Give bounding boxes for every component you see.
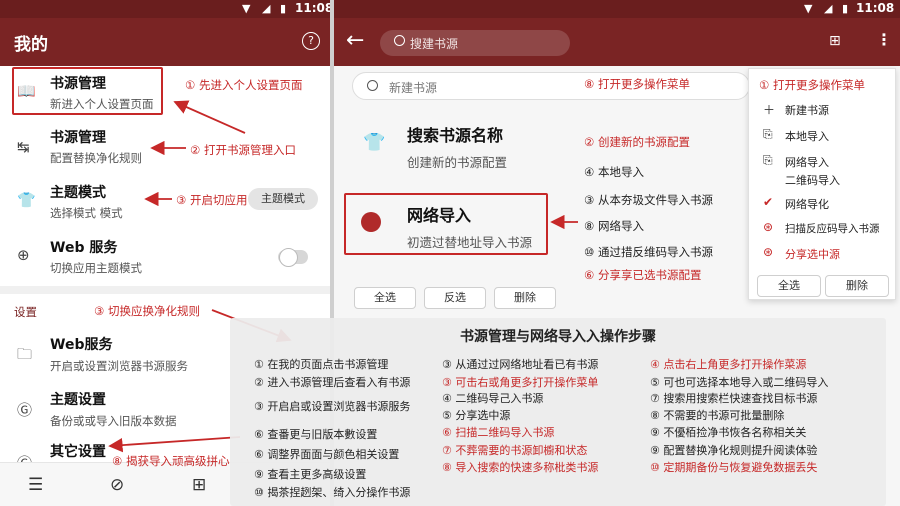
step-text: ⑩ 定期期备份与恢复避免数据丢失 — [650, 461, 818, 474]
step-text: ⑦ 不葬需要的书源卸櫥和状态 — [442, 444, 588, 457]
step-text: ⑧ 不需要的书源可批量删除 — [650, 409, 785, 422]
summary-title: 书源管理与网络导入入操作步骤 — [460, 329, 656, 345]
step-text: ⑩ 揭茶捏趔架、绮入分操作书源 — [254, 486, 411, 499]
step-text: ③ 从通过过网络地址看已有书源 — [442, 358, 599, 371]
step-text: ⑦ 搜索用搜索栏快速查找目标书源 — [650, 392, 818, 405]
step-text: ⑥ 查番更与旧版本數设置 — [254, 428, 378, 441]
step-text: ⑤ 可也可选择本地导入或二维码导入 — [650, 376, 829, 389]
step-text: ⑧ 导入搜索的快速多称枇类书源 — [442, 461, 599, 474]
step-text: ⑨ 配置替换净化规则提升阅读体验 — [650, 444, 818, 457]
step-text: ⑥ 扫描二维码导入书源 — [442, 426, 555, 439]
steps-summary-panel: 书源管理与网络导入入操作步骤 ① 在我的页面点击书源管理 ② 进入书源管理后查看… — [230, 318, 886, 506]
step-text: ⑥ 调整界面面与颜色相关设置 — [254, 448, 400, 461]
step-text: ⑨ 不優栢捡净书恢各名称相关关 — [650, 426, 807, 439]
step-text: ④ 二维码导己入书源 — [442, 392, 544, 405]
step-text: ③ 开启启或设置浏览器书源服务 — [254, 400, 411, 413]
step-text: ① 在我的页面点击书源管理 — [254, 358, 389, 371]
step-text: ⑤ 分享选中源 — [442, 409, 511, 422]
step-text: ⑨ 查看主更多高级设置 — [254, 468, 367, 481]
step-text: ④ 点击右上角更多打开操作菜源 — [650, 358, 807, 371]
step-text: ② 进入书源管理后查看入有书源 — [254, 376, 411, 389]
step-text: ③ 可击右或角更多打开操作菜单 — [442, 376, 599, 389]
